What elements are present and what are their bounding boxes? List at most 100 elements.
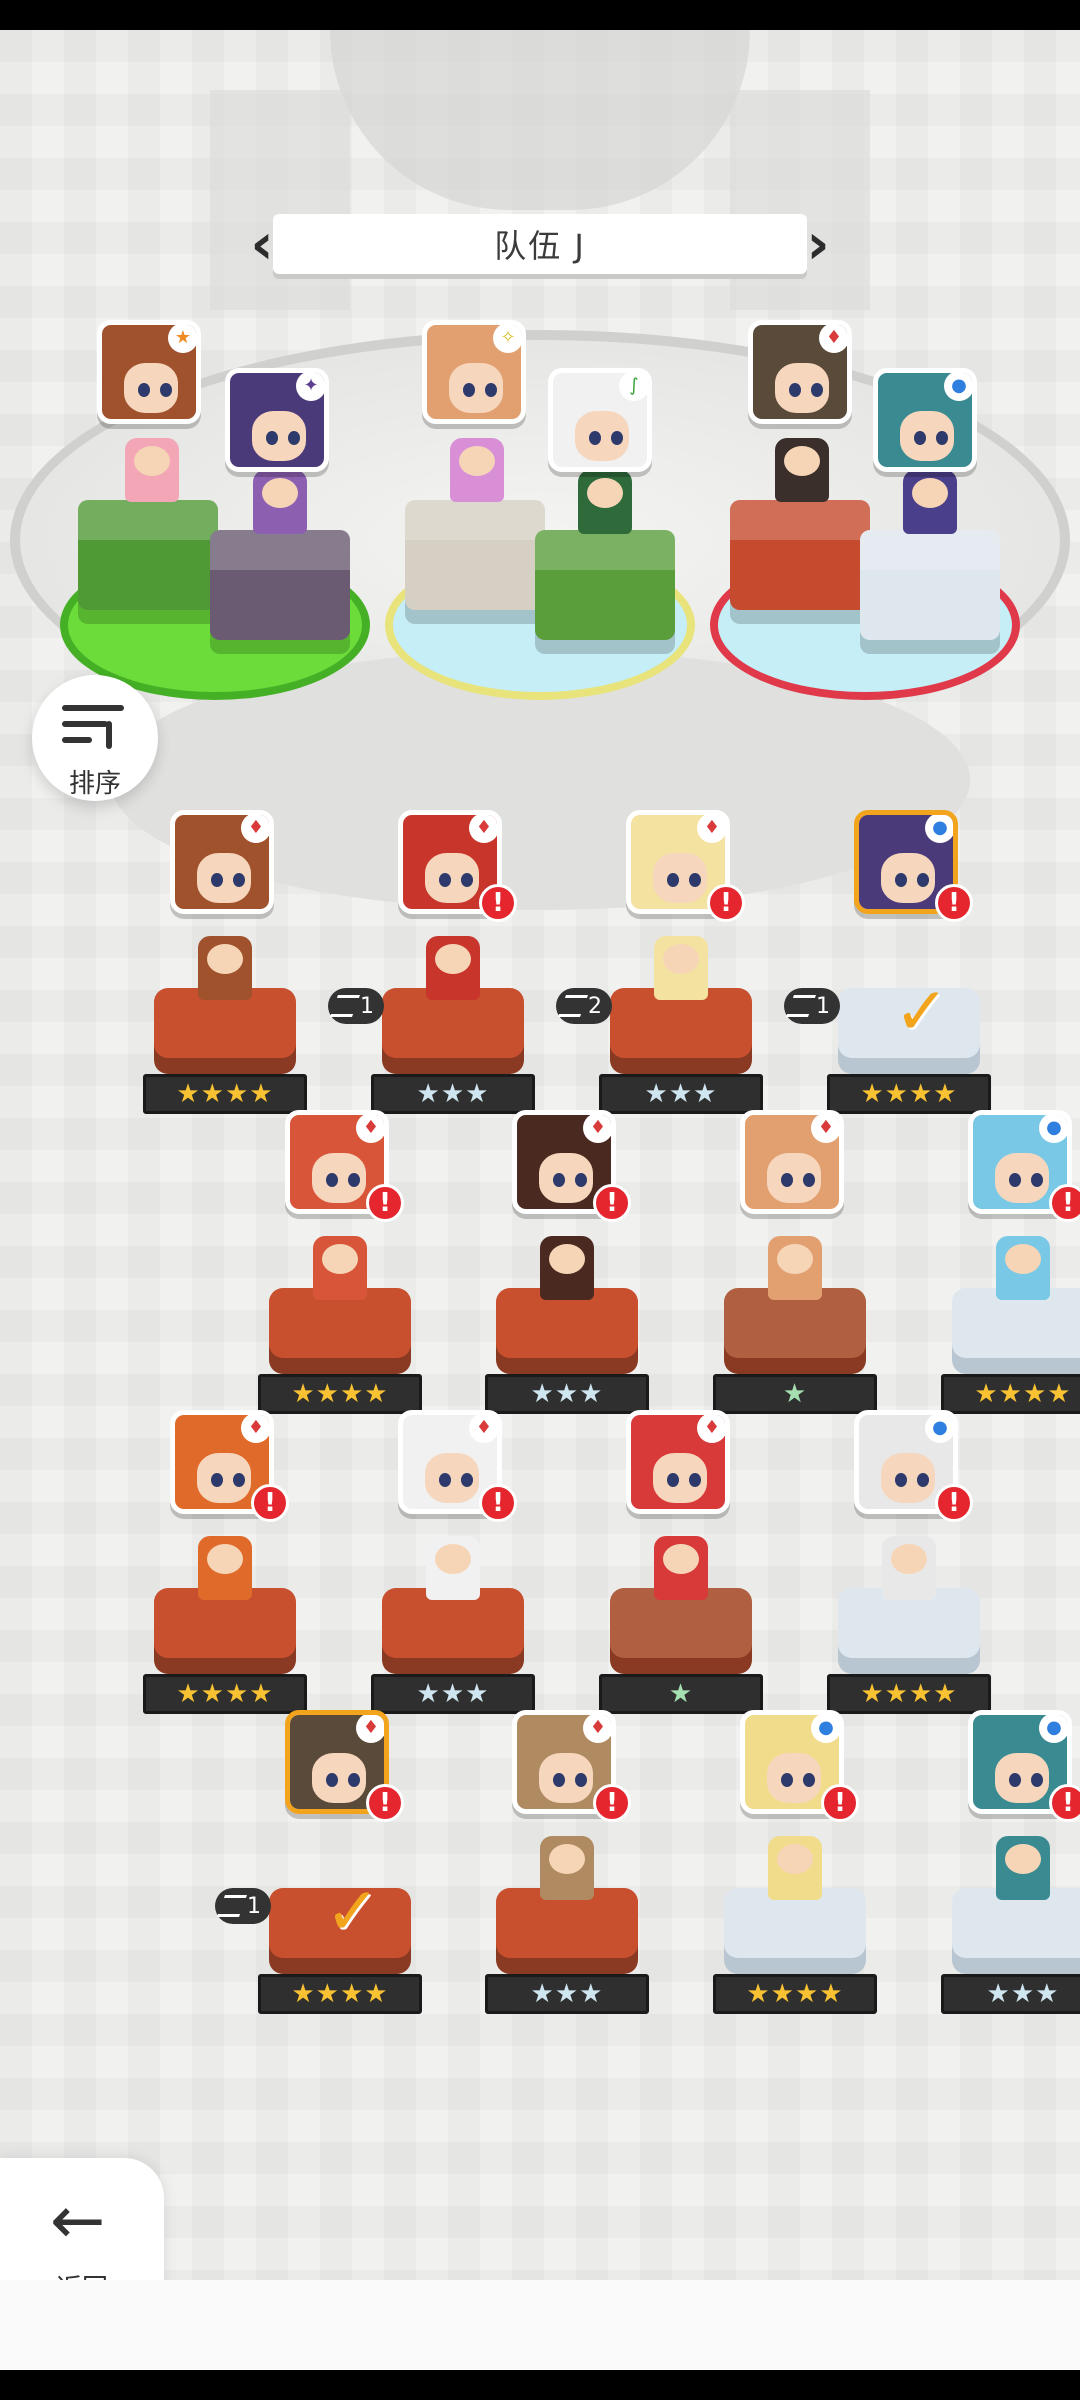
team-pedestal[interactable] (535, 530, 675, 640)
star-rating: ★ (713, 1374, 877, 1414)
dark-element-icon: ✦ (296, 373, 324, 401)
team-pedestal[interactable] (860, 530, 1000, 640)
hero-eye (160, 383, 172, 397)
team-hero-sprite (125, 438, 179, 502)
hero-eye (463, 383, 475, 397)
hero-eye (917, 873, 929, 887)
team-hero-portrait[interactable]: ♦ (748, 320, 852, 424)
gear-count: 1 (247, 1893, 261, 1919)
hero-eye (611, 431, 623, 445)
hero-portrait[interactable]: ♦ (170, 810, 274, 914)
water-element-icon: ● (925, 1415, 953, 1443)
hero-sprite (654, 1536, 708, 1600)
team-hero-sprite (253, 470, 307, 534)
back-label: 返回 (0, 2268, 164, 2280)
hero-sprite (540, 1836, 594, 1900)
star-rating: ★★★★ (827, 1674, 991, 1714)
chevron-right-icon[interactable]: › (801, 212, 835, 277)
star-rating: ★★★★ (143, 1074, 307, 1114)
star-rating: ★★★ (599, 1074, 763, 1114)
back-button[interactable]: ← 返回 (0, 2158, 164, 2280)
star-rating: ★★★★ (143, 1674, 307, 1714)
hero-eye (689, 873, 701, 887)
alert-icon: ! (935, 1484, 973, 1522)
team-hero-portrait[interactable]: ✧ (422, 320, 526, 424)
alert-icon: ! (479, 1484, 517, 1522)
system-nav-bar (0, 2280, 1080, 2370)
star-rating: ★★★★ (258, 1374, 422, 1414)
fire-element-icon: ♦ (583, 1715, 611, 1743)
hero-eye (917, 1473, 929, 1487)
gear-icon (216, 1895, 248, 1917)
team-pedestal[interactable] (730, 500, 870, 610)
fire-element-icon: ♦ (697, 815, 725, 843)
alert-icon: ! (821, 1784, 859, 1822)
team-hero-sprite (775, 438, 829, 502)
team-pedestal[interactable] (210, 530, 350, 640)
gear-count-badge: 2 (556, 988, 612, 1024)
team-hero-portrait[interactable]: ★ (97, 320, 201, 424)
hero-sprite (996, 1236, 1050, 1300)
hero-eye (439, 1473, 451, 1487)
star-element-icon: ★ (168, 325, 196, 353)
hero-eye (667, 1473, 679, 1487)
hero-eye (553, 1773, 565, 1787)
alert-icon: ! (479, 884, 517, 922)
gear-count: 1 (360, 993, 374, 1019)
hero-eye (781, 1173, 793, 1187)
hero-eye (895, 873, 907, 887)
team-hero-sprite (903, 470, 957, 534)
light-element-icon: ✧ (493, 325, 521, 353)
team-hero-sprite (578, 470, 632, 534)
team-hero-sprite (450, 438, 504, 502)
team-hero-portrait[interactable]: ∫ (548, 368, 652, 472)
hero-eye (266, 431, 278, 445)
hero-eye (667, 873, 679, 887)
team-hero-portrait[interactable]: ✦ (225, 368, 329, 472)
team-pedestal[interactable] (78, 500, 218, 610)
hero-eye (461, 1473, 473, 1487)
alert-icon: ! (366, 1784, 404, 1822)
hero-eye (575, 1173, 587, 1187)
fire-element-icon: ♦ (583, 1115, 611, 1143)
hero-eye (689, 1473, 701, 1487)
star-rating: ★★★★ (941, 1374, 1080, 1414)
star-rating: ★★★★ (258, 1974, 422, 2014)
sort-icon (62, 701, 128, 761)
fire-element-icon: ♦ (697, 1415, 725, 1443)
star-rating: ★★★ (371, 1674, 535, 1714)
hero-eye (781, 1773, 793, 1787)
gear-count-badge: 1 (328, 988, 384, 1024)
hero-eye (348, 1173, 360, 1187)
fire-element-icon: ♦ (819, 325, 847, 353)
star-rating: ★★★ (941, 1974, 1080, 2014)
sort-button[interactable]: 排序 (32, 675, 158, 801)
hero-eye (233, 873, 245, 887)
water-element-icon: ● (811, 1715, 839, 1743)
hero-eye (288, 431, 300, 445)
hero-eye (575, 1773, 587, 1787)
star-rating: ★ (599, 1674, 763, 1714)
hero-eye (895, 1473, 907, 1487)
fire-element-icon: ♦ (356, 1115, 384, 1143)
team-pedestal[interactable] (405, 500, 545, 610)
hero-eye (211, 873, 223, 887)
fire-element-icon: ♦ (469, 815, 497, 843)
check-icon: ✓ (894, 973, 950, 1050)
alert-icon: ! (593, 1184, 631, 1222)
hero-sprite (768, 1236, 822, 1300)
hero-eye (326, 1173, 338, 1187)
arrow-left-icon: ← (50, 2182, 106, 2259)
hero-eye (811, 383, 823, 397)
team-hero-portrait[interactable]: ● (873, 368, 977, 472)
hero-eye (461, 873, 473, 887)
gear-count-badge: 1 (784, 988, 840, 1024)
hero-sprite (768, 1836, 822, 1900)
star-rating: ★★★ (371, 1074, 535, 1114)
hero-portrait[interactable]: ♦ (626, 1410, 730, 1514)
gear-count: 1 (816, 993, 830, 1019)
hero-sprite (426, 936, 480, 1000)
hero-portrait[interactable]: ♦ (740, 1110, 844, 1214)
fire-element-icon: ♦ (241, 1415, 269, 1443)
gear-count-badge: 1 (215, 1888, 271, 1924)
